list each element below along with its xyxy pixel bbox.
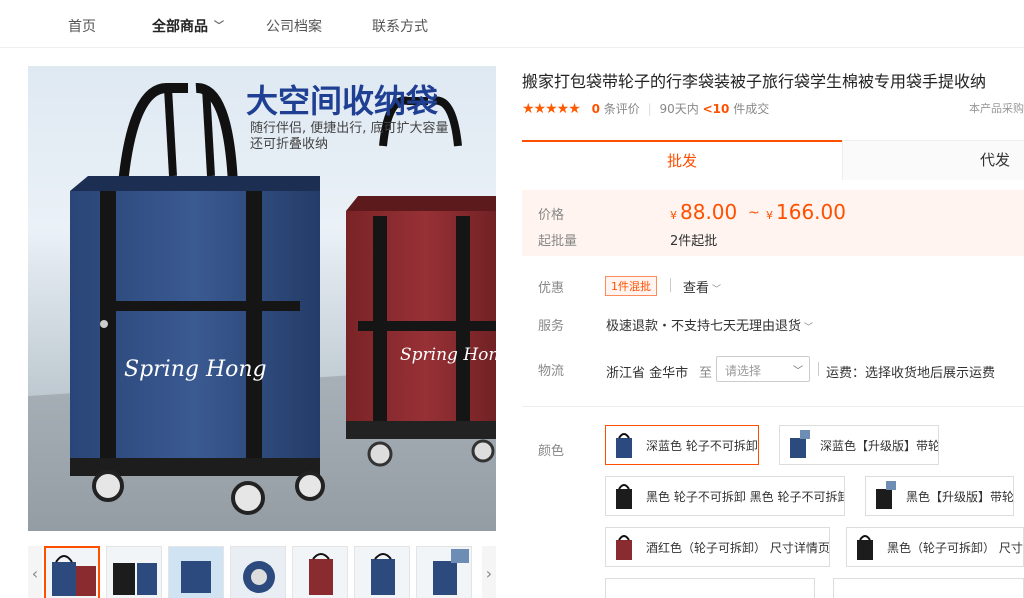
product-title: 搬家打包袋带轮子的行李袋装被子旅行袋学生棉被专用袋手提收纳 (522, 72, 987, 91)
chevron-left-icon[interactable]: ‹ (28, 546, 42, 598)
promo-view-link[interactable]: 查看 ﹀ (683, 277, 721, 296)
thumbnail[interactable] (354, 546, 410, 598)
rating-row: ★★★★★ 0 条评价 | 90天内 <10 件成交 本产品采购 (522, 100, 1024, 118)
service-value: 极速退款・不支持七天无理由退货 (606, 319, 802, 334)
color-option-label: 黑色【升级版】带轮 (906, 489, 1014, 504)
chevron-down-icon: ﹀ (793, 366, 803, 377)
sales-period: 90天内 (659, 102, 699, 116)
image-subtext-2: 还可折叠收纳 (250, 137, 328, 152)
destination-placeholder: 请选择 (725, 364, 762, 378)
procurement-note: 本产品采购 (969, 102, 1024, 115)
ship-to-label: 至 (699, 366, 713, 381)
image-subtext-1: 随行伴侣, 便捷出行, 底可扩大容量 (250, 120, 449, 136)
price-label: 价格 (538, 208, 565, 223)
chevron-down-icon: ﹀ (804, 323, 814, 333)
color-option-wine-detachable[interactable]: 酒红色（轮子可拆卸） 尺寸详情页 (605, 527, 830, 567)
black-bag-swatch (612, 481, 636, 511)
tab-dropship[interactable]: 代发 (842, 140, 1024, 180)
nav-all-products[interactable]: 全部商品 ﹀ (152, 16, 224, 36)
nav-company-profile[interactable]: 公司档案 (266, 16, 322, 36)
chevron-right-icon[interactable]: › (482, 546, 496, 598)
thumbnail[interactable] (292, 546, 348, 598)
color-label: 颜色 (538, 444, 565, 459)
star-rating-icon: ★★★★★ (522, 101, 581, 117)
black-bag-swatch (853, 532, 877, 562)
section-divider (522, 406, 1024, 407)
logistics-label: 物流 (538, 364, 565, 379)
black-bag-swatch (872, 481, 896, 511)
red-bag-graphic: Spring Hong (346, 96, 496, 467)
freight-info: 运费：选择收货地后展示运费 (826, 366, 996, 381)
navy-bag-swatch (786, 430, 810, 460)
ship-from: 浙江省 金华市 (606, 366, 689, 381)
color-option-label: 酒红色（轮子可拆卸） 尺寸详情页 (646, 540, 830, 555)
price-range-tilde: ~ (748, 205, 760, 221)
price-panel: 价格 ¥88.00 ~ ¥166.00 起批量 2件起批 (522, 190, 1024, 256)
divider: | (647, 102, 652, 116)
color-option-navy-upgraded[interactable]: 深蓝色【升级版】带轮 (779, 425, 939, 465)
price-high: ¥166.00 (766, 200, 846, 224)
color-option-navy-fixed-wheels[interactable]: 深蓝色 轮子不可拆卸 (605, 425, 759, 465)
wine-bag-swatch (612, 532, 636, 562)
thumbnail[interactable] (416, 546, 472, 598)
thumbnail[interactable] (44, 546, 100, 598)
product-main-image[interactable]: Spring Hong Spring Hong 大空间收纳袋 随行伴侣, 便捷出… (28, 66, 496, 531)
price-low: ¥88.00 (670, 200, 737, 224)
color-option-black-fixed-wheels[interactable]: 黑色 轮子不可拆卸 黑色 轮子不可拆卸 (605, 476, 845, 516)
thumbnail[interactable] (168, 546, 224, 598)
color-option-label: 黑色（轮子可拆卸） 尺寸详 (887, 540, 1024, 555)
color-option-more[interactable] (605, 578, 815, 598)
image-headline: 大空间收纳袋 (246, 82, 438, 120)
review-count-label: 条评价 (603, 102, 640, 116)
top-nav: 首页 全部商品 ﹀ 公司档案 联系方式 (0, 0, 1024, 48)
currency-symbol: ¥ (766, 209, 773, 222)
moq-label: 起批量 (538, 234, 578, 249)
color-option-black-detachable[interactable]: 黑色（轮子可拆卸） 尺寸详 (846, 527, 1024, 567)
price-low-value: 88.00 (680, 200, 738, 224)
sales-count: <10 (702, 102, 730, 116)
chevron-down-icon: ﹀ (214, 21, 224, 32)
tab-wholesale[interactable]: 批发 (522, 140, 842, 180)
nav-home[interactable]: 首页 (68, 16, 96, 36)
chevron-down-icon: ﹀ (712, 285, 722, 295)
thumbnail[interactable] (106, 546, 162, 598)
divider (670, 278, 671, 292)
color-option-label: 黑色 轮子不可拆卸 黑色 轮子不可拆卸 (646, 489, 845, 504)
price-high-value: 166.00 (776, 200, 846, 224)
sales-count-label: 件成交 (733, 102, 770, 116)
thumbnail-strip: ‹ › (28, 546, 496, 598)
color-option-more[interactable] (833, 578, 1024, 598)
service-info[interactable]: 极速退款・不支持七天无理由退货 ﹀ (606, 315, 813, 334)
color-option-label: 深蓝色 轮子不可拆卸 (646, 438, 758, 453)
nav-contact[interactable]: 联系方式 (372, 16, 428, 36)
purchase-mode-tabs: 批发 代发 (522, 140, 1024, 180)
promo-badge: 1件混批 (605, 276, 657, 296)
promo-label: 优惠 (538, 281, 565, 296)
destination-select[interactable]: 请选择 ﹀ (716, 356, 810, 382)
svg-text:Spring Hong: Spring Hong (400, 345, 496, 365)
nav-all-products-label: 全部商品 (152, 19, 208, 35)
divider (818, 362, 819, 376)
moq-value: 2件起批 (670, 234, 718, 249)
review-count[interactable]: 0 (592, 102, 600, 116)
svg-text:Spring Hong: Spring Hong (124, 357, 267, 382)
thumbnail[interactable] (230, 546, 286, 598)
service-label: 服务 (538, 319, 565, 334)
promo-view-label: 查看 (683, 281, 710, 296)
color-option-black-upgraded[interactable]: 黑色【升级版】带轮 (865, 476, 1014, 516)
navy-bag-swatch (612, 430, 636, 460)
currency-symbol: ¥ (670, 209, 677, 222)
color-option-label: 深蓝色【升级版】带轮 (820, 438, 939, 453)
